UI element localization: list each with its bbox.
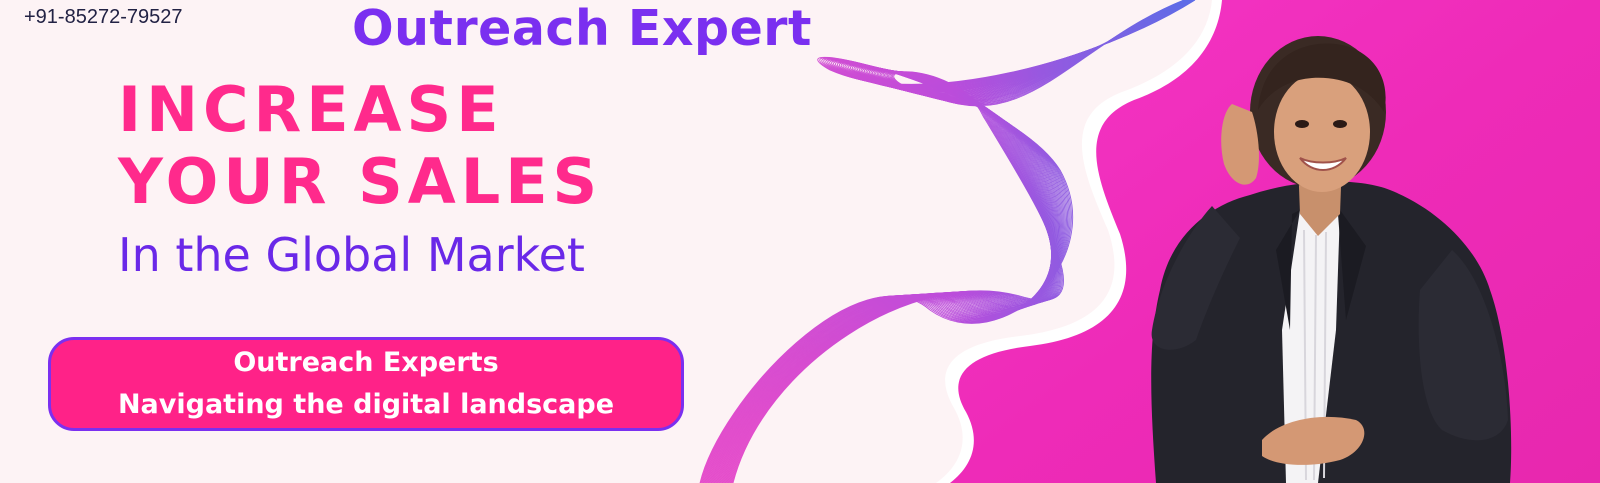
phone-number[interactable]: +91-85272-79527 [24, 6, 182, 29]
cta-line-2: Navigating the digital landscape [117, 389, 615, 420]
cta-button[interactable]: Outreach Experts Navigating the digital … [48, 337, 684, 431]
subheadline: In the Global Market [118, 228, 585, 282]
promo-banner: +91-85272-79527 Outreach Expert INCREASE… [0, 0, 1600, 483]
headline-line-2: YOUR SALES [118, 145, 603, 218]
brand-title: Outreach Expert [352, 0, 812, 57]
cta-line-1: Outreach Experts [233, 347, 499, 378]
headline-line-1: INCREASE [118, 73, 504, 146]
headline: INCREASE YOUR SALES [118, 74, 602, 218]
